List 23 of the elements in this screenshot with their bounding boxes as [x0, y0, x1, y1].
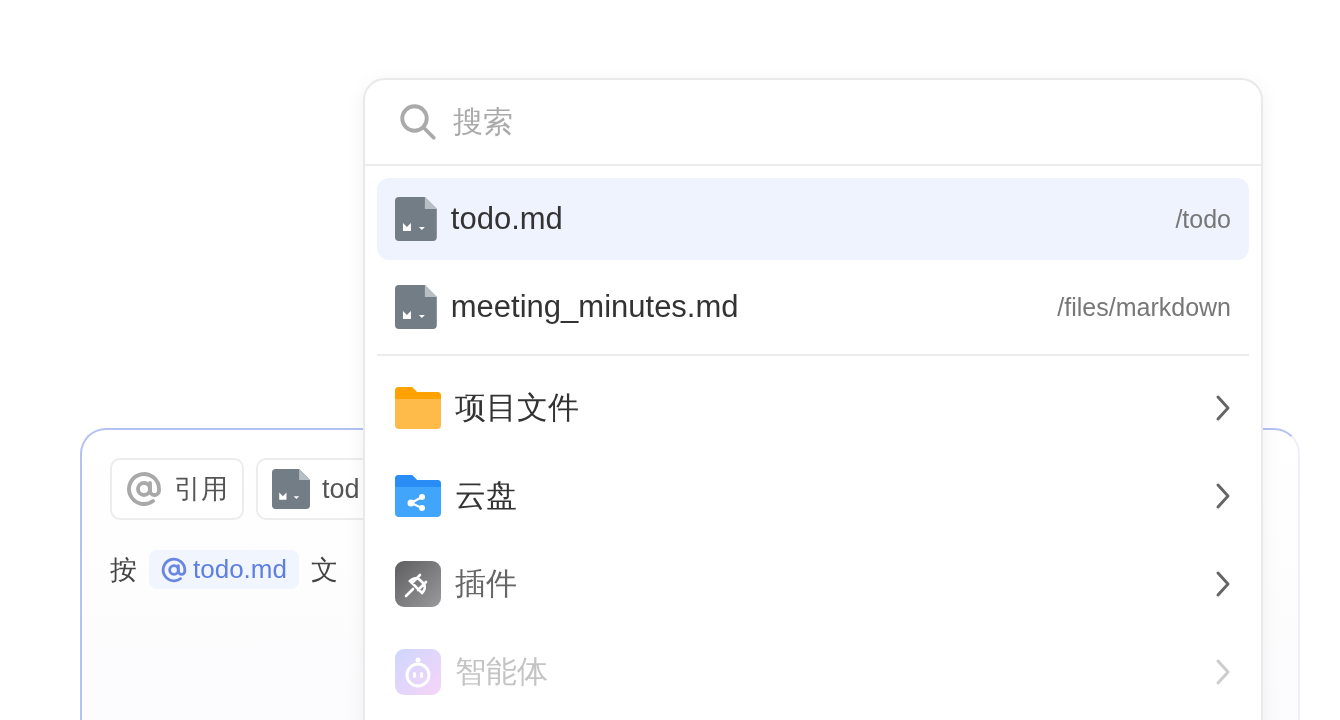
search-icon [397, 101, 439, 143]
chevron-right-icon [1215, 482, 1231, 510]
at-sign-icon [161, 556, 187, 583]
file-item[interactable]: meeting_minutes.md /files/markdown [377, 266, 1249, 348]
editor-text: 按 [110, 553, 137, 587]
category-item[interactable]: 项目文件 [377, 364, 1249, 452]
category-item[interactable]: 插件 [377, 540, 1249, 628]
chevron-right-icon [1215, 570, 1231, 598]
plug-icon [395, 561, 441, 607]
file-item[interactable]: todo.md /todo [377, 178, 1249, 260]
markdown-file-icon [272, 469, 310, 509]
search-field[interactable]: 搜索 [451, 104, 1229, 140]
chevron-right-icon [1215, 394, 1231, 422]
shared-folder-icon [395, 475, 441, 517]
mention-chip[interactable]: 引用 [110, 458, 244, 520]
category-item[interactable]: 云盘 [377, 452, 1249, 540]
robot-icon [395, 649, 441, 695]
markdown-file-icon [395, 285, 437, 329]
editor-text: 文 [310, 553, 338, 587]
at-sign-icon [126, 471, 162, 507]
markdown-file-icon [395, 197, 437, 241]
folder-icon [395, 387, 441, 429]
chevron-right-icon [1215, 658, 1231, 686]
